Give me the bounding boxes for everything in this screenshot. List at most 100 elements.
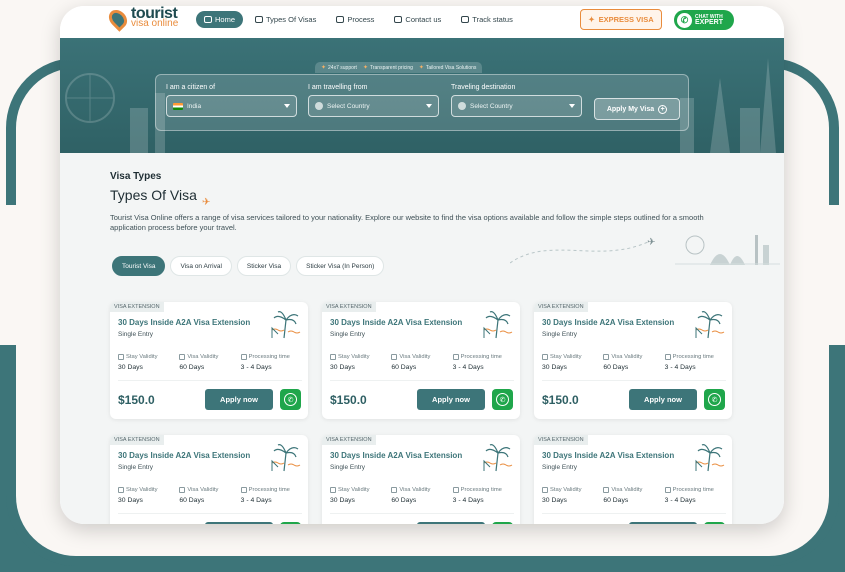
nav-item-contact[interactable]: Contact us — [386, 11, 449, 28]
whatsapp-button[interactable]: ✆ — [704, 522, 725, 524]
card-entry-type: Single Entry — [330, 331, 366, 338]
card-title[interactable]: 30 Days Inside A2A Visa Extension — [118, 451, 250, 460]
document-icon — [179, 487, 186, 493]
document-icon — [603, 487, 610, 493]
plus-circle-icon: + — [658, 104, 668, 114]
calendar-icon — [542, 487, 548, 493]
visa-card: VISA EXTENSION 30 Days Inside A2A Visa E… — [110, 435, 308, 524]
card-title[interactable]: 30 Days Inside A2A Visa Extension — [330, 318, 462, 327]
tab-sticker-visa[interactable]: Sticker Visa — [236, 256, 292, 276]
whatsapp-icon: ✆ — [677, 12, 692, 28]
card-tag: VISA EXTENSION — [534, 435, 588, 445]
card-tag: VISA EXTENSION — [322, 435, 376, 445]
whatsapp-icon: ✆ — [708, 393, 721, 406]
badge-tailored: ✦ Tailored Visa Solutions — [418, 64, 477, 72]
navbar: tourist visa online Home Types Of Visas … — [60, 6, 784, 38]
chat-with-expert-button[interactable]: ✆ CHAT WITH EXPERT — [674, 10, 734, 30]
card-price: $150.0 — [542, 393, 579, 407]
browser-window: tourist visa online Home Types Of Visas … — [60, 6, 784, 524]
processing-time: Processing time 3 - 4 Days — [240, 487, 290, 504]
visa-validity: Visa Validity 60 Days — [391, 487, 431, 504]
nav-item-home[interactable]: Home — [196, 11, 244, 28]
card-title[interactable]: 30 Days Inside A2A Visa Extension — [542, 318, 674, 327]
india-flag-icon — [173, 102, 183, 110]
apply-now-button[interactable]: Apply now — [417, 389, 485, 410]
destination-select[interactable]: Select Country — [451, 95, 582, 117]
section-description: Tourist Visa Online offers a range of vi… — [110, 213, 704, 232]
feature-badges: ✦ 24x7 support ✦ Transparent pricing ✦ Tail… — [315, 62, 483, 73]
apply-now-button[interactable]: Apply now — [205, 389, 273, 410]
processing-time: Processing time 3 - 4 Days — [664, 354, 714, 371]
stay-validity: Stay Validity 30 Days — [330, 487, 370, 504]
home-icon — [204, 16, 212, 23]
whatsapp-button[interactable]: ✆ — [280, 522, 301, 524]
whatsapp-button[interactable]: ✆ — [492, 389, 513, 410]
card-divider — [542, 380, 726, 381]
tab-sticker-visa-in-person[interactable]: Sticker Visa (In Person) — [296, 256, 385, 276]
clock-icon — [664, 487, 671, 493]
track-icon — [461, 16, 470, 23]
palm-tree-icon — [695, 444, 725, 472]
section-eyebrow: Visa Types — [110, 171, 162, 182]
document-icon — [255, 16, 264, 23]
logo-pin-icon — [105, 6, 131, 32]
section-title: Types Of Visa — [110, 187, 197, 203]
whatsapp-button[interactable]: ✆ — [280, 389, 301, 410]
document-icon — [603, 354, 610, 360]
processing-time: Processing time 3 - 4 Days — [452, 487, 502, 504]
whatsapp-icon: ✆ — [284, 393, 297, 406]
palm-tree-icon — [695, 311, 725, 339]
processing-time: Processing time 3 - 4 Days — [664, 487, 714, 504]
card-title[interactable]: 30 Days Inside A2A Visa Extension — [542, 451, 674, 460]
apply-now-button[interactable] — [629, 522, 697, 524]
express-visa-button[interactable]: ✦ EXPRESS VISA — [580, 9, 662, 30]
card-price: $150.0 — [330, 393, 367, 407]
caret-down-icon — [569, 104, 575, 108]
processing-time: Processing time 3 - 4 Days — [452, 354, 502, 371]
nav-item-track-status[interactable]: Track status — [453, 11, 521, 28]
visa-card: VISA EXTENSION 30 Days Inside A2A Visa E… — [322, 435, 520, 524]
calendar-icon — [330, 487, 336, 493]
apply-now-button[interactable] — [417, 522, 485, 524]
whatsapp-button[interactable]: ✆ — [704, 389, 725, 410]
whatsapp-icon: ✆ — [496, 393, 509, 406]
calendar-icon — [330, 354, 336, 360]
apply-now-button[interactable] — [205, 522, 273, 524]
travelling-from-select[interactable]: Select Country — [308, 95, 439, 117]
globe-icon — [315, 102, 323, 110]
svg-text:✈: ✈ — [647, 237, 655, 248]
card-tag: VISA EXTENSION — [534, 302, 588, 312]
tab-visa-on-arrival[interactable]: Visa on Arrival — [170, 256, 232, 276]
nav-item-process[interactable]: Process — [328, 11, 382, 28]
badge-pricing: ✦ Transparent pricing — [362, 64, 413, 72]
citizen-field: I am a citizen of India — [166, 84, 297, 117]
visa-validity: Visa Validity 60 Days — [603, 487, 643, 504]
hero-search: ✦ 24x7 support ✦ Transparent pricing ✦ Tail… — [60, 38, 784, 153]
decor-frame-gap-left — [0, 205, 18, 345]
card-tag: VISA EXTENSION — [322, 302, 376, 312]
visa-card: VISA EXTENSION 30 Days Inside A2A Visa E… — [534, 435, 732, 524]
card-title[interactable]: 30 Days Inside A2A Visa Extension — [118, 318, 250, 327]
card-divider — [118, 380, 302, 381]
apply-now-button[interactable]: Apply now — [629, 389, 697, 410]
caret-down-icon — [426, 104, 432, 108]
calendar-icon — [118, 487, 124, 493]
nav-item-types-of-visas[interactable]: Types Of Visas — [247, 11, 324, 28]
visa-validity: Visa Validity 60 Days — [179, 487, 219, 504]
clock-icon — [240, 354, 247, 360]
globe-icon — [458, 102, 466, 110]
palm-tree-icon — [483, 444, 513, 472]
palm-tree-icon — [483, 311, 513, 339]
tab-tourist-visa[interactable]: Tourist Visa — [112, 256, 166, 276]
star-icon: ✦ — [418, 65, 424, 71]
citizen-select[interactable]: India — [166, 95, 297, 117]
whatsapp-button[interactable]: ✆ — [492, 522, 513, 524]
card-tag: VISA EXTENSION — [110, 435, 164, 445]
star-icon: ✦ — [362, 65, 368, 71]
logo[interactable]: tourist visa online — [105, 6, 178, 32]
apply-my-visa-button[interactable]: Apply My Visa + — [594, 98, 680, 120]
card-divider — [330, 380, 514, 381]
card-title[interactable]: 30 Days Inside A2A Visa Extension — [330, 451, 462, 460]
palm-tree-icon — [271, 444, 301, 472]
clock-icon — [452, 354, 459, 360]
